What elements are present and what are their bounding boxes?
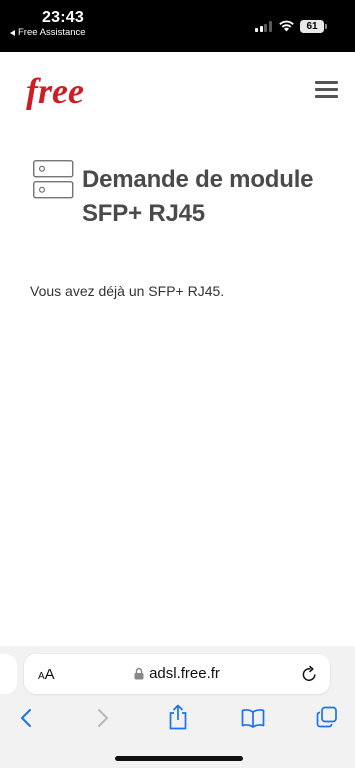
back-triangle-icon <box>10 29 15 36</box>
bookmarks-icon[interactable] <box>241 708 265 728</box>
url-display[interactable]: adsl.free.fr <box>24 665 330 682</box>
lock-icon <box>134 667 144 680</box>
forward-icon[interactable] <box>96 708 110 728</box>
back-icon[interactable] <box>19 708 33 728</box>
battery-tip <box>325 24 327 29</box>
free-logo[interactable]: free <box>24 70 116 110</box>
hamburger-menu-icon[interactable] <box>315 81 338 98</box>
back-to-app-link[interactable]: Free Assistance <box>10 27 86 38</box>
cellular-signal-icon <box>255 21 272 32</box>
address-bar[interactable]: AA adsl.free.fr <box>24 654 330 694</box>
home-indicator[interactable] <box>115 756 243 761</box>
logo-text: free <box>26 71 84 110</box>
reload-icon[interactable] <box>301 665 318 683</box>
battery-indicator: 61 <box>300 20 324 33</box>
browser-toolbar: AA adsl.free.fr <box>0 646 355 768</box>
url-text: adsl.free.fr <box>149 665 220 682</box>
status-message: Vous avez déjà un SFP+ RJ45. <box>30 283 225 299</box>
back-app-label: Free Assistance <box>18 27 86 38</box>
share-icon[interactable] <box>167 704 189 730</box>
sfp-module-icon <box>33 160 74 199</box>
wifi-icon <box>279 20 294 32</box>
page-title: Demande de module SFP+ RJ45 <box>82 166 314 227</box>
tabs-icon[interactable] <box>316 706 338 728</box>
status-bar: 23:43 Free Assistance 61 <box>0 0 355 52</box>
status-time: 23:43 <box>42 9 84 26</box>
previous-tab-preview[interactable] <box>0 654 17 694</box>
